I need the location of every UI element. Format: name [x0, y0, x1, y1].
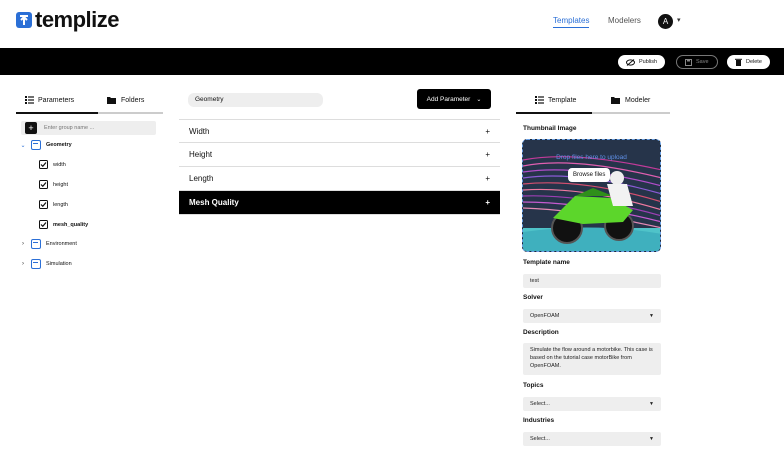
param-label: Mesh Quality: [189, 198, 239, 207]
caret-down-icon: ▼: [649, 313, 654, 319]
save-label: Save: [696, 59, 709, 65]
description-textarea[interactable]: Simulate the flow around a motorbike. Th…: [523, 343, 661, 375]
tree-item-simulation[interactable]: › Simulation: [20, 259, 72, 269]
folder-icon: [31, 140, 41, 150]
trash-icon: [735, 58, 742, 66]
param-row-length[interactable]: Length +: [179, 167, 500, 191]
industries-select[interactable]: Select... ▼: [523, 432, 661, 446]
param-row-height[interactable]: Height +: [179, 143, 500, 167]
tab-folders[interactable]: Folders: [107, 96, 144, 104]
tree-param-label: length: [53, 201, 68, 208]
publish-button[interactable]: Publish: [618, 55, 666, 69]
folder-open-icon: [107, 97, 116, 104]
chevron-down-icon: ⌄: [476, 96, 482, 103]
list-icon: [25, 96, 34, 104]
tab-active-indicator: [516, 112, 592, 114]
save-icon: [685, 58, 692, 66]
tree-param-length[interactable]: length: [39, 200, 68, 209]
caret-down-icon: ▼: [649, 436, 654, 442]
publish-label: Publish: [639, 59, 658, 65]
tab-modeler-label: Modeler: [625, 96, 651, 104]
caret-down-icon: ▼: [649, 401, 654, 407]
add-group-button[interactable]: +: [25, 122, 37, 134]
template-name-value: test: [530, 278, 539, 284]
tree-param-label: width: [53, 161, 66, 168]
tab-divider: [98, 112, 163, 114]
tab-template-label: Template: [548, 96, 577, 104]
template-name-field[interactable]: test: [523, 274, 661, 288]
breadcrumb[interactable]: Geometry: [188, 93, 323, 107]
description-value: Simulate the flow around a motorbike. Th…: [530, 347, 653, 369]
tab-modeler[interactable]: Modeler: [611, 96, 650, 104]
topics-select[interactable]: Select... ▼: [523, 397, 661, 411]
tree-item-label: Environment: [46, 241, 77, 247]
tab-folders-label: Folders: [121, 96, 145, 104]
solver-value: OpenFOAM: [530, 313, 560, 319]
chevron-down-icon[interactable]: ▾: [677, 16, 681, 24]
tree-item-geometry[interactable]: ⌄ Geometry: [20, 140, 72, 150]
tree-param-label: mesh_quality: [53, 221, 89, 228]
folder-icon: [31, 259, 41, 269]
group-name-input[interactable]: [44, 121, 154, 135]
delete-label: Delete: [746, 59, 762, 65]
tab-parameters-label: Parameters: [38, 96, 75, 104]
tree-param-width[interactable]: width: [39, 160, 66, 169]
thumbnail-label: Thumbnail Image: [523, 125, 577, 132]
param-label: Height: [189, 150, 213, 159]
folder-icon: [31, 239, 41, 249]
topics-label: Topics: [523, 382, 544, 389]
tree-item-label: Simulation: [46, 261, 72, 267]
industries-placeholder: Select...: [530, 436, 550, 442]
save-button[interactable]: Save: [676, 55, 718, 69]
param-label: Width: [189, 126, 210, 136]
description-label: Description: [523, 329, 559, 336]
topics-placeholder: Select...: [530, 401, 550, 407]
plus-icon[interactable]: +: [485, 198, 490, 207]
solver-label: Solver: [523, 294, 543, 301]
eye-off-icon: [626, 58, 635, 66]
solver-select[interactable]: OpenFOAM ▼: [523, 309, 661, 323]
chevron-right-icon[interactable]: ›: [20, 241, 26, 247]
chevron-down-icon[interactable]: ⌄: [20, 142, 26, 149]
tab-divider: [592, 112, 670, 114]
param-row-width[interactable]: Width +: [179, 119, 500, 143]
tab-parameters[interactable]: Parameters: [25, 96, 74, 104]
tab-active-indicator: [16, 112, 98, 114]
folder-open-icon: [611, 97, 620, 104]
tree-item-environment[interactable]: › Environment: [20, 239, 77, 249]
industries-label: Industries: [523, 417, 555, 424]
template-name-label: Template name: [523, 259, 570, 266]
add-parameter-label: Add Parameter: [426, 95, 471, 103]
browse-files-button[interactable]: Browse files: [568, 168, 611, 182]
plus-icon[interactable]: +: [485, 150, 490, 159]
checkbox-checked-icon[interactable]: [39, 220, 48, 229]
nav-templates[interactable]: Templates: [553, 16, 590, 28]
thumbnail-dropzone[interactable]: Drop files here to upload: [522, 139, 661, 252]
add-parameter-button[interactable]: Add Parameter ⌄: [417, 89, 491, 109]
templize-logo-icon: [16, 12, 32, 28]
app-logo[interactable]: templize: [35, 7, 120, 33]
plus-icon[interactable]: +: [485, 127, 490, 136]
checkbox-checked-icon[interactable]: [39, 160, 48, 169]
tree-item-label: Geometry: [46, 142, 72, 148]
list-icon: [535, 96, 544, 104]
tree-param-label: height: [53, 181, 68, 188]
param-label: Length: [189, 174, 214, 183]
tree-param-mesh-quality[interactable]: mesh_quality: [39, 220, 88, 229]
tree-param-height[interactable]: height: [39, 180, 68, 189]
checkbox-checked-icon[interactable]: [39, 200, 48, 209]
tab-template[interactable]: Template: [535, 96, 576, 104]
chevron-right-icon[interactable]: ›: [20, 261, 26, 267]
user-avatar[interactable]: A: [658, 14, 673, 29]
nav-modelers[interactable]: Modelers: [608, 16, 641, 25]
action-bar: [0, 48, 784, 75]
plus-icon[interactable]: +: [485, 174, 490, 183]
param-row-mesh-quality[interactable]: Mesh Quality +: [179, 191, 500, 215]
drop-files-text: Drop files here to upload: [556, 154, 627, 161]
checkbox-checked-icon[interactable]: [39, 180, 48, 189]
delete-button[interactable]: Delete: [727, 55, 770, 69]
